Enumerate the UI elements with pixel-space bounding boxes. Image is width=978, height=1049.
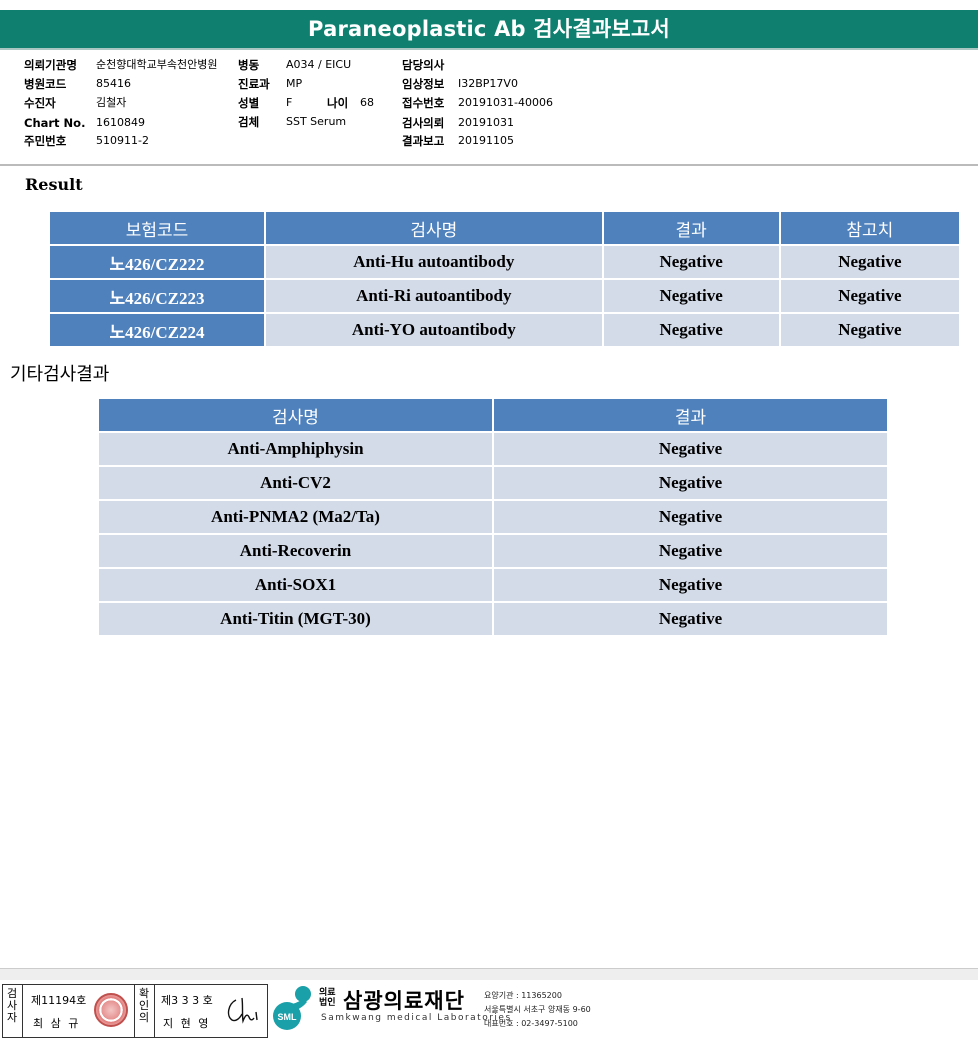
org-phone: 대표번호 : 02-3497-5100 <box>484 1019 578 1028</box>
info-label: Chart No. <box>24 116 86 130</box>
insurance-code: 노426/CZ224 <box>50 314 265 346</box>
info-value: 1610849 <box>96 116 145 129</box>
org-type: 의료법인 <box>319 988 336 1008</box>
org-name: 삼광의료재단 <box>343 989 465 1013</box>
info-label: 나이 <box>327 96 349 110</box>
reference-value: Negative <box>780 280 959 312</box>
info-value: 20191105 <box>458 134 514 147</box>
test-name: Anti-YO autoantibody <box>266 314 602 346</box>
confirmer-name: 지 현 영 <box>163 1017 211 1030</box>
examiner-license: 제11194호 <box>31 994 87 1007</box>
test-name: Anti-Recoverin <box>99 535 492 567</box>
test-name: Anti-SOX1 <box>99 569 492 601</box>
info-value: MP <box>286 77 303 90</box>
test-result: Negative <box>494 603 887 635</box>
table-row: Anti-CV2 Negative <box>99 467 887 499</box>
test-result: Negative <box>494 433 887 465</box>
column-header: 보험코드 <box>50 212 265 244</box>
table-row: Anti-Amphiphysin Negative <box>99 433 887 465</box>
test-name: Anti-Amphiphysin <box>99 433 492 465</box>
table-header-row: 검사명 결과 <box>99 399 887 431</box>
logo-text: SML <box>278 1012 298 1022</box>
info-value: 순천향대학교부속천안병원 <box>96 58 218 71</box>
test-name: Anti-PNMA2 (Ma2/Ta) <box>99 501 492 533</box>
org-address: 서울특별시 서초구 양재동 9-60 <box>484 1005 591 1014</box>
divider <box>0 164 978 166</box>
table-row: Anti-Titin (MGT-30) Negative <box>99 603 887 635</box>
test-result: Negative <box>494 501 887 533</box>
examiner-name: 최 삼 규 <box>33 1017 81 1030</box>
info-label: 병원코드 <box>24 77 67 91</box>
reference-value: Negative <box>780 314 959 346</box>
info-value: 20191031-40006 <box>458 96 553 109</box>
test-name: Anti-Ri autoantibody <box>266 280 602 312</box>
info-value: 68 <box>360 96 374 109</box>
confirmer-license: 제3 3 3 호 <box>161 994 213 1007</box>
column-header: 결과 <box>494 399 887 431</box>
info-value: 김철자 <box>96 96 127 109</box>
table-row: Anti-SOX1 Negative <box>99 569 887 601</box>
org-code: 요양기관 : 11365200 <box>484 991 562 1000</box>
test-result: Negative <box>494 535 887 567</box>
divider <box>22 985 23 1037</box>
reference-value: Negative <box>780 246 959 278</box>
info-value: 85416 <box>96 77 131 90</box>
info-label: 주민번호 <box>24 134 67 148</box>
examiner-label: 검사자 <box>6 987 18 1024</box>
table-row: 노426/CZ223 Anti-Ri autoantibody Negative… <box>50 280 959 312</box>
info-value: A034 / EICU <box>286 58 352 71</box>
info-label: 검사의뢰 <box>402 116 445 130</box>
info-label: 결과보고 <box>402 134 445 148</box>
table-row: 노426/CZ222 Anti-Hu autoantibody Negative… <box>50 246 959 278</box>
info-label: 접수번호 <box>402 96 445 110</box>
other-results-heading: 기타검사결과 <box>10 364 110 385</box>
test-result: Negative <box>603 314 779 346</box>
insurance-code: 노426/CZ223 <box>50 280 265 312</box>
column-header: 검사명 <box>99 399 492 431</box>
info-label: 임상정보 <box>402 77 445 91</box>
report-title: Paraneoplastic Ab 검사결과보고서 <box>0 10 978 50</box>
table-header-row: 보험코드 검사명 결과 참고치 <box>50 212 959 244</box>
test-name: Anti-Hu autoantibody <box>266 246 602 278</box>
result-heading: Result <box>25 175 83 194</box>
table-row: Anti-PNMA2 (Ma2/Ta) Negative <box>99 501 887 533</box>
info-label: 수진자 <box>24 96 56 110</box>
column-header: 검사명 <box>266 212 602 244</box>
test-result: Negative <box>603 280 779 312</box>
test-result: Negative <box>494 569 887 601</box>
info-value: 510911-2 <box>96 134 149 147</box>
info-label: 검체 <box>238 115 260 129</box>
column-header: 참고치 <box>780 212 959 244</box>
other-results-table: 검사명 결과 Anti-Amphiphysin Negative Anti-CV… <box>97 397 889 637</box>
result-table: 보험코드 검사명 결과 참고치 노426/CZ222 Anti-Hu autoa… <box>48 210 961 348</box>
divider <box>134 985 135 1037</box>
info-label: 의뢰기관명 <box>24 58 77 72</box>
table-row: 노426/CZ224 Anti-YO autoantibody Negative… <box>50 314 959 346</box>
table-row: Anti-Recoverin Negative <box>99 535 887 567</box>
info-label: 진료과 <box>238 77 270 91</box>
info-label: 담당의사 <box>402 58 445 72</box>
column-header: 결과 <box>603 212 779 244</box>
info-value: SST Serum <box>286 115 347 128</box>
test-result: Negative <box>603 246 779 278</box>
info-label: 병동 <box>238 58 260 72</box>
test-result: Negative <box>494 467 887 499</box>
patient-info: 의뢰기관명 순천향대학교부속천안병원 병원코드 85416 수진자 김철자 Ch… <box>0 56 978 164</box>
info-value: 20191031 <box>458 116 514 129</box>
info-value: F <box>286 96 293 109</box>
insurance-code: 노426/CZ222 <box>50 246 265 278</box>
footer-divider <box>0 968 978 980</box>
confirmer-label: 확인의 <box>138 987 150 1024</box>
seal-stamp-icon <box>94 993 128 1027</box>
signature-icon <box>227 997 258 1024</box>
test-name: Anti-CV2 <box>99 467 492 499</box>
test-name: Anti-Titin (MGT-30) <box>99 603 492 635</box>
sml-logo-icon: SML <box>273 986 311 1030</box>
divider <box>154 985 155 1037</box>
info-value: I32BP17V0 <box>458 77 518 90</box>
info-label: 성별 <box>238 96 260 110</box>
